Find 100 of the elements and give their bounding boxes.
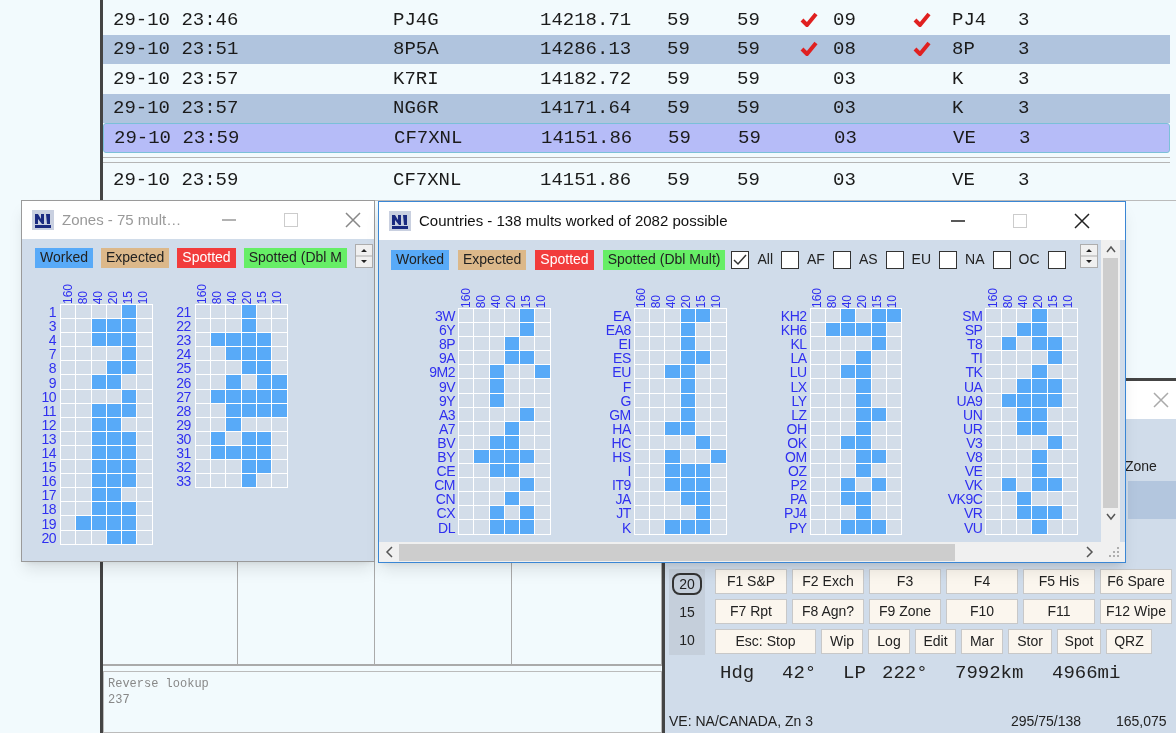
band-option[interactable]: 20 [672, 573, 702, 595]
row-label: VK9C [946, 492, 983, 507]
row-label: 24 [175, 347, 191, 362]
table-cell-text: 03 [834, 125, 857, 151]
function-key[interactable]: Spot [1057, 629, 1101, 654]
table-cell-text: 8P5A [393, 37, 439, 63]
resize-grip-icon[interactable] [1108, 546, 1120, 558]
scrollbar[interactable] [379, 542, 1125, 562]
log-row[interactable]: 29-10 23:57 NG6R 14171.64 59 59 03 K 3 [103, 93, 1170, 124]
table-cell-text: 59 [667, 167, 690, 193]
row-label: HC [610, 435, 631, 450]
band-label: 15 [694, 294, 709, 308]
function-key[interactable]: F8 Agn? [792, 599, 864, 624]
function-key[interactable]: Log [868, 629, 910, 654]
bearing-value: 4966mi [1052, 660, 1122, 686]
checkbox-label: All [757, 250, 773, 269]
row-label: 19 [40, 516, 56, 531]
row-label: 16 [40, 474, 56, 489]
band-label: 40 [840, 294, 855, 308]
function-key[interactable]: Stor [1008, 629, 1052, 654]
band-option[interactable]: 10 [672, 629, 702, 651]
row-label: OH [785, 421, 807, 436]
row-label: 14 [40, 446, 56, 461]
row-label: OK [786, 435, 807, 450]
table-cell-text: 03 [833, 66, 856, 92]
row-label: 23 [175, 333, 191, 348]
row-label: K [620, 520, 631, 535]
row-label: UN [962, 407, 983, 422]
function-key[interactable]: F7 Rpt [715, 599, 787, 624]
row-label: V8 [965, 450, 983, 465]
function-key[interactable]: QRZ [1106, 629, 1152, 654]
app-icon [389, 211, 411, 231]
function-key[interactable]: F2 Exch [792, 569, 864, 594]
row-label: 25 [175, 361, 191, 376]
function-key[interactable]: F6 Spare [1100, 569, 1172, 594]
legend-tag: Expected [458, 249, 527, 270]
entry-field[interactable] [1128, 481, 1176, 519]
table-cell-text: 59 [667, 7, 690, 33]
function-key[interactable]: F12 Wipe [1100, 599, 1172, 624]
row-label: CE [435, 464, 455, 479]
function-key[interactable]: F11 [1023, 599, 1095, 624]
checkbox[interactable] [781, 250, 799, 269]
row-label: 27 [175, 389, 191, 404]
table-cell-text: 59 [668, 125, 691, 151]
table-cell-text: PJ4G [393, 7, 439, 33]
band-label: 80 [649, 294, 664, 308]
table-cell-text: 14182.72 [540, 66, 632, 92]
checkbox[interactable] [939, 250, 958, 269]
legend-tag: Worked [35, 247, 93, 268]
spin-button[interactable] [1080, 244, 1098, 268]
function-key[interactable]: F1 S&P [715, 569, 787, 594]
checkbox[interactable] [832, 250, 851, 269]
row-label: VU [962, 520, 983, 535]
function-key[interactable]: F9 Zone [869, 599, 941, 624]
band-label: 40 [1015, 294, 1030, 308]
row-label: KH2 [779, 309, 807, 324]
function-key[interactable]: F4 [946, 569, 1018, 594]
row-label: EA [612, 309, 631, 324]
table-cell-text: 3 [1018, 37, 1030, 63]
function-key[interactable]: F5 His [1023, 569, 1095, 594]
row-label: 1 [47, 305, 56, 320]
band-label: 20 [679, 294, 694, 308]
band-label: 20 [503, 294, 518, 308]
row-label: 26 [175, 375, 191, 390]
checkbox[interactable] [731, 250, 750, 269]
log-row[interactable]: 29-10 23:59 CF7XNL 14151.86 59 59 03 VE 3 [103, 123, 1170, 153]
function-key[interactable]: F10 [946, 599, 1018, 624]
checkbox[interactable] [1047, 250, 1066, 269]
row-label: PJ4 [782, 506, 807, 521]
table-cell-text: 29-10 23:59 [113, 167, 239, 193]
row-label: 30 [175, 431, 191, 446]
scrollbar[interactable] [1101, 240, 1120, 542]
spin-button[interactable] [355, 244, 373, 268]
status-text: VE: NA/CANADA, Zn 3 [669, 712, 814, 731]
close-button[interactable] [1073, 213, 1090, 229]
log-row[interactable]: 29-10 23:51 8P5A 14286.13 59 59 08 8P 3 [103, 34, 1170, 65]
checkbox[interactable] [885, 250, 904, 269]
row-label: EU [611, 365, 631, 380]
function-key[interactable]: Esc: Stop [715, 629, 816, 654]
window-title: Countries - 138 mults worked of 2082 possible [419, 210, 728, 231]
function-key[interactable]: Wip [821, 629, 863, 654]
band-label: 160 [985, 287, 1000, 308]
band-option[interactable]: 15 [672, 601, 702, 623]
band-label: 15 [120, 290, 135, 304]
row-label: TI [969, 351, 983, 366]
field-label: Zone [1125, 457, 1157, 476]
table-cell-text: 3 [1018, 96, 1030, 122]
table-cell-text: 59 [667, 66, 690, 92]
band-label: 15 [1045, 294, 1060, 308]
checkbox[interactable] [992, 250, 1011, 269]
checkbox-label: OC [1018, 250, 1040, 269]
function-key[interactable]: Mar [961, 629, 1003, 654]
function-key[interactable]: F3 [869, 569, 941, 594]
log-row[interactable]: 29-10 23:57 K7RI 14182.72 59 59 03 K 3 [103, 64, 1170, 94]
table-cell-text: 29-10 23:46 [113, 7, 239, 33]
row-label: 21 [175, 305, 191, 320]
log-row[interactable]: 29-10 23:46 PJ4G 14218.71 59 59 09 PJ4 3 [103, 5, 1170, 35]
function-key[interactable]: Edit [915, 629, 956, 654]
table-cell-text: 59 [738, 125, 761, 151]
row-label: 12 [40, 417, 56, 432]
